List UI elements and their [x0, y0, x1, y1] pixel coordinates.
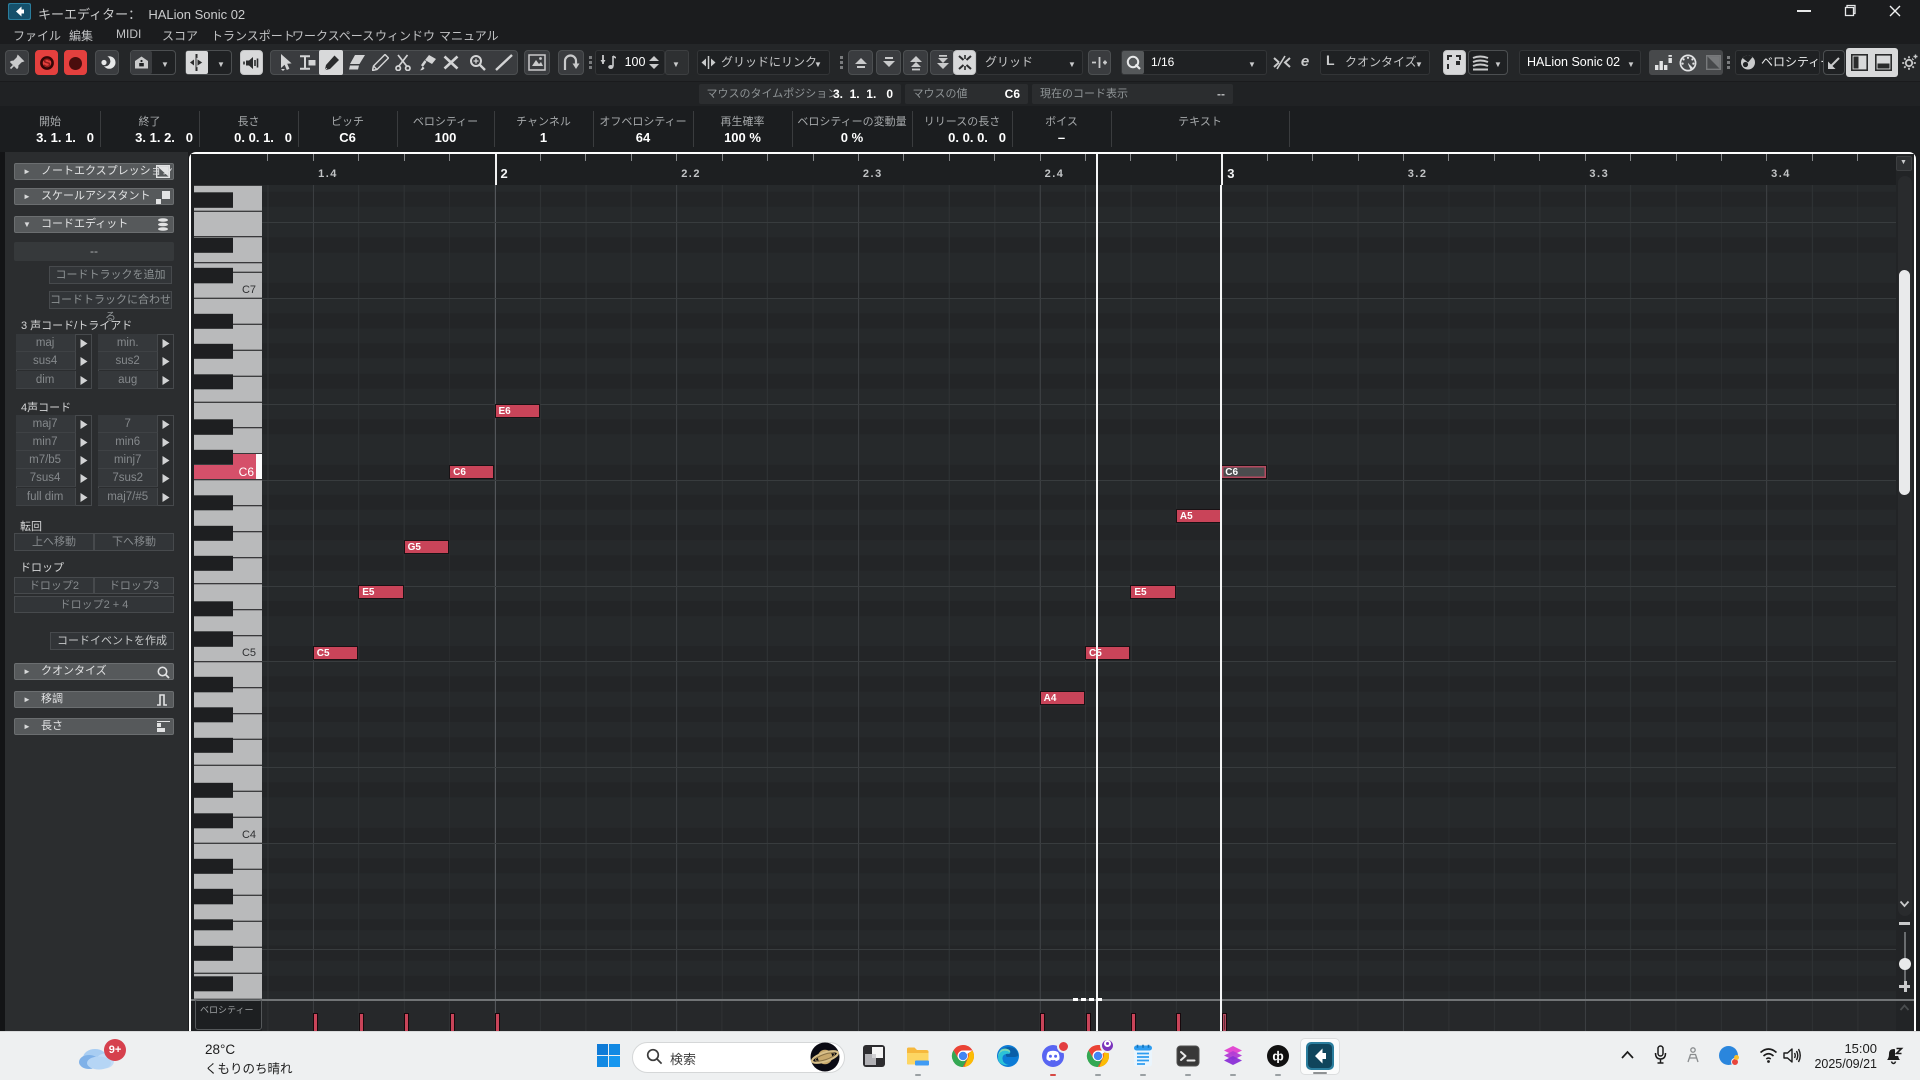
svg-text:ф: ф [1272, 1049, 1283, 1064]
svg-text:S: S [43, 58, 51, 70]
